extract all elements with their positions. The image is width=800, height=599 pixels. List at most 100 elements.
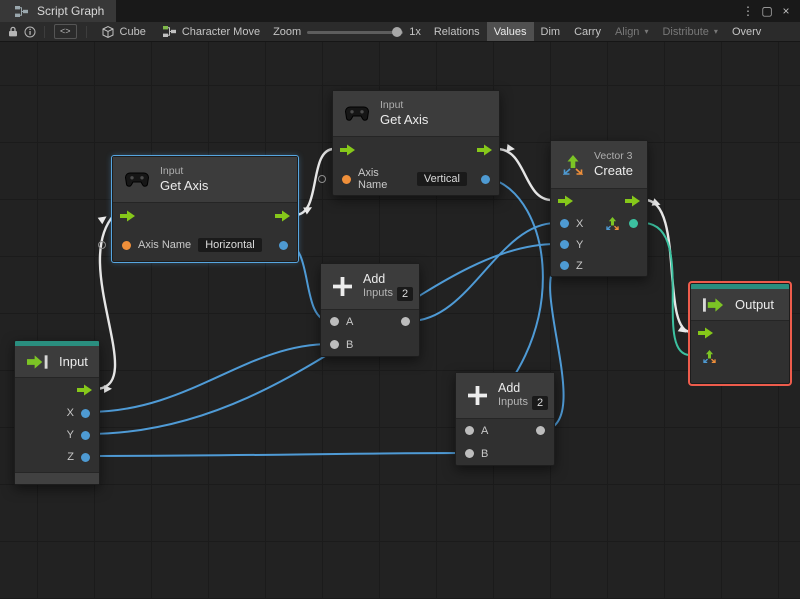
wire-input-z-to-addbottom-b[interactable] xyxy=(87,452,466,457)
graph-canvas[interactable]: Input Get Axis Axis Name Vertical Input … xyxy=(0,42,800,599)
close-icon[interactable]: × xyxy=(778,4,794,18)
sum-output-port[interactable] xyxy=(536,426,545,435)
node-title: Create xyxy=(594,162,634,178)
wire-addtop-to-vector3-x[interactable] xyxy=(409,222,557,322)
port-label: A xyxy=(346,315,354,328)
value-output-port[interactable] xyxy=(279,240,288,250)
input-port-x[interactable] xyxy=(560,219,569,228)
node-header[interactable]: Add Inputs 2 xyxy=(456,373,554,419)
node-title: Get Axis xyxy=(380,111,429,127)
input-port-a[interactable] xyxy=(465,426,474,435)
input-port-a[interactable] xyxy=(330,317,339,326)
carry-button[interactable]: Carry xyxy=(567,22,608,41)
flow-input-port[interactable] xyxy=(698,327,713,339)
tab-bar: Script Graph ⋮ ▢ × xyxy=(0,0,800,22)
input-port-b[interactable] xyxy=(465,449,474,458)
port-row-a: A xyxy=(456,419,554,442)
flow-output-port[interactable] xyxy=(275,210,290,222)
info-icon[interactable] xyxy=(24,26,36,38)
port-row-x: X xyxy=(551,213,647,234)
value-output-port[interactable] xyxy=(481,174,490,184)
port-label: B xyxy=(346,338,354,351)
distribute-label: Distribute xyxy=(662,25,709,38)
port-row-y: Y xyxy=(15,424,99,446)
flow-port-row xyxy=(113,203,297,229)
api-button[interactable]: <> xyxy=(54,24,77,39)
overview-button[interactable]: Overv xyxy=(725,22,768,41)
output-port-z[interactable] xyxy=(81,452,90,462)
axis-name-field[interactable]: Horizontal xyxy=(198,238,262,252)
string-input-port[interactable] xyxy=(342,174,351,184)
plus-icon xyxy=(333,277,352,296)
values-label: Values xyxy=(493,25,527,38)
relations-button[interactable]: Relations xyxy=(427,22,487,41)
node-add-top[interactable]: Add Inputs 2 A B xyxy=(320,263,420,357)
node-header[interactable]: Vector 3 Create xyxy=(551,141,647,189)
breadcrumb-cube[interactable]: Cube xyxy=(92,22,153,41)
node-get-axis-vertical[interactable]: Input Get Axis Axis Name Vertical xyxy=(318,90,500,196)
align-button[interactable]: Align ▾ xyxy=(608,22,655,41)
input-port-z[interactable] xyxy=(560,261,569,270)
port-label: Y xyxy=(576,238,584,251)
node-get-axis-horizontal[interactable]: Input Get Axis Axis Name Horizontal xyxy=(98,156,298,262)
distribute-button[interactable]: Distribute ▾ xyxy=(655,22,724,41)
zoom-slider-track[interactable] xyxy=(307,30,404,34)
values-button[interactable]: Values xyxy=(486,22,534,41)
zoom-slider[interactable] xyxy=(307,26,404,38)
port-label: Z xyxy=(576,259,583,272)
inputs-count-field[interactable]: 2 xyxy=(531,396,549,410)
unconnected-port-indicator xyxy=(318,175,326,183)
port-label: X xyxy=(66,407,74,419)
input-port-b[interactable] xyxy=(330,340,339,349)
output-port-y[interactable] xyxy=(81,430,90,440)
node-graph-output[interactable]: Output xyxy=(690,283,790,384)
chevron-down-icon: ▾ xyxy=(713,27,718,36)
flow-input-port[interactable] xyxy=(558,195,573,207)
node-vector3-create[interactable]: Vector 3 Create X Y Z xyxy=(550,140,648,277)
tab-title: Script Graph xyxy=(37,4,105,18)
node-header[interactable]: Input Get Axis xyxy=(333,91,499,137)
dim-button[interactable]: Dim xyxy=(534,22,568,41)
zoom-slider-handle[interactable] xyxy=(391,26,402,37)
relations-label: Relations xyxy=(433,25,480,38)
wire-flow-getaxis-vertical-to-vector3[interactable] xyxy=(495,147,554,202)
port-row-z: Z xyxy=(551,255,647,276)
lock-icon[interactable] xyxy=(8,26,18,37)
flow-input-port[interactable] xyxy=(340,144,355,156)
input-port-y[interactable] xyxy=(560,240,569,249)
node-header[interactable]: Output xyxy=(691,289,789,321)
tab-script-graph[interactable]: Script Graph xyxy=(0,0,117,22)
node-header[interactable]: Input Get Axis xyxy=(113,157,297,203)
wire-flow-vector3-to-output[interactable] xyxy=(643,198,693,334)
flow-arrow-marker xyxy=(506,144,515,152)
axis-name-field[interactable]: Vertical xyxy=(416,172,467,186)
maximize-icon[interactable]: ▢ xyxy=(759,4,775,18)
flow-output-port[interactable] xyxy=(77,384,92,396)
wire-input-x-to-addtop-b[interactable] xyxy=(87,343,331,413)
node-add-bottom[interactable]: Add Inputs 2 A B xyxy=(455,372,555,466)
overview-label: Overv xyxy=(731,25,762,38)
node-graph-input[interactable]: Input X Y Z xyxy=(14,340,100,485)
port-label: Axis Name xyxy=(138,239,192,251)
kebab-menu-icon[interactable]: ⋮ xyxy=(740,4,756,18)
breadcrumb-character-move[interactable]: Character Move xyxy=(153,22,267,41)
output-port-x[interactable] xyxy=(81,408,90,418)
node-header[interactable]: Add Inputs 2 xyxy=(321,264,419,310)
flow-output-port[interactable] xyxy=(477,144,492,156)
sum-output-port[interactable] xyxy=(401,317,410,326)
flow-output-port[interactable] xyxy=(625,195,640,207)
port-row-b: B xyxy=(456,442,554,465)
inputs-count-field[interactable]: 2 xyxy=(396,287,414,301)
wire-vector3-to-output-value[interactable] xyxy=(644,222,691,356)
port-label: A xyxy=(481,424,489,437)
script-graph-icon xyxy=(15,5,28,17)
node-category: Input xyxy=(160,164,184,177)
xyz-axes-icon[interactable] xyxy=(703,349,716,363)
node-header[interactable]: Input xyxy=(15,346,99,378)
character-move-label: Character Move xyxy=(181,25,261,38)
wire-flow-getaxis-horizontal-to-vertical[interactable] xyxy=(293,147,336,217)
vector-output-port[interactable] xyxy=(629,219,638,228)
flow-input-port[interactable] xyxy=(120,210,135,222)
string-input-port[interactable] xyxy=(122,240,131,250)
port-label: Z xyxy=(67,451,74,463)
